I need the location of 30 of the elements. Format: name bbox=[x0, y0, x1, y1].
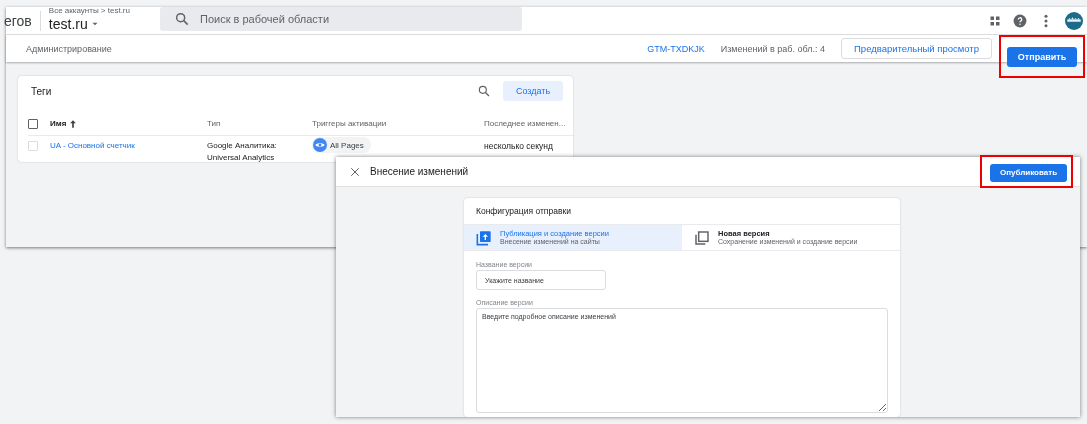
help-icon bbox=[1013, 13, 1027, 28]
publish-button[interactable]: Опубликовать bbox=[990, 163, 1067, 182]
create-button[interactable]: Создать bbox=[503, 81, 563, 101]
preview-button[interactable]: Предварительный просмотр bbox=[841, 38, 992, 59]
trigger-chip[interactable]: All Pages bbox=[312, 137, 371, 153]
container-id-link[interactable]: GTM-TXDKJK bbox=[647, 43, 705, 54]
column-header[interactable]: Имя bbox=[50, 119, 67, 128]
avatar-icon bbox=[1065, 11, 1083, 30]
admin-tab[interactable]: Администрирование bbox=[26, 43, 112, 54]
column-header[interactable]: Триггеры активации bbox=[312, 119, 387, 128]
column-header[interactable]: Последнее изменен... bbox=[484, 119, 566, 128]
search-icon bbox=[477, 84, 491, 98]
submit-button[interactable]: Отправить bbox=[1007, 47, 1077, 67]
card-title: Теги bbox=[31, 85, 52, 97]
copy-icon bbox=[694, 229, 710, 246]
breadcrumb-link[interactable]: Все аккаунты > test.ru bbox=[48, 6, 130, 15]
dialog-title: Внесение изменений bbox=[370, 166, 469, 177]
container-name[interactable]: test.ru bbox=[48, 16, 88, 31]
close-icon bbox=[350, 166, 360, 177]
upload-icon bbox=[476, 229, 492, 246]
eye-icon bbox=[313, 138, 327, 152]
changes-count: Изменений в раб. обл.: 4 bbox=[720, 43, 825, 54]
tag-name-link[interactable]: UA - Основной счетчик bbox=[50, 141, 135, 150]
apps-grid-icon bbox=[989, 14, 1001, 27]
product-name: егов bbox=[4, 12, 32, 29]
column-header[interactable]: Тип bbox=[207, 119, 221, 128]
table-cell-text: Google Аналитика: Universal Analytics bbox=[207, 140, 278, 164]
search-field[interactable]: Поиск в рабочей области bbox=[160, 6, 522, 31]
checkbox[interactable] bbox=[28, 118, 38, 129]
table-cell: несколько секунд bbox=[484, 141, 553, 151]
